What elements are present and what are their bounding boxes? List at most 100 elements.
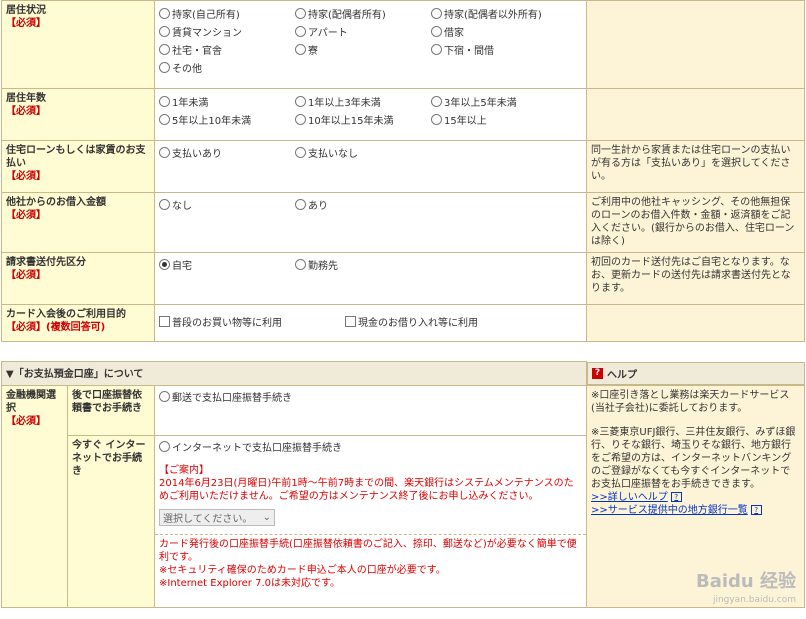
bank-select-label: 金融機関選択 xyxy=(6,389,56,414)
billing-label: 請求書送付先区分 xyxy=(6,257,86,268)
radio-circle[interactable] xyxy=(431,26,442,37)
regional-banks-link[interactable]: >>サービス提供中の地方銀行一覧 ? xyxy=(591,504,800,517)
bank-account-table: ▼「お支払預金口座」について ? ヘルプ 金融機関選択 【必須】 後で口座振替依… xyxy=(1,361,805,608)
radio-circle[interactable] xyxy=(159,26,170,37)
footer-note-3: ※Internet Explorer 7.0は未対応です。 xyxy=(159,577,340,589)
option-label: 現金のお借り入れ等に利用 xyxy=(358,318,478,329)
radio-option[interactable]: 寮 xyxy=(295,42,431,57)
popup-icon: ? xyxy=(670,492,682,502)
radio-circle[interactable] xyxy=(159,147,170,158)
row-residence: 居住状況 【必須】 持家(自己所有) 持家(配偶者所有) 持家(配偶者以外所有) 賃貸… xyxy=(1,0,805,89)
radio-option[interactable]: 借家 xyxy=(431,24,567,39)
radio-option[interactable]: 1年未満 xyxy=(159,94,295,109)
radio-option[interactable]: なし xyxy=(159,197,295,212)
radio-circle[interactable] xyxy=(295,8,306,19)
radio-circle[interactable] xyxy=(431,114,442,125)
required-mark: 【必須】 xyxy=(6,415,46,427)
radio-circle[interactable] xyxy=(295,114,306,125)
radio-option[interactable]: 支払いなし xyxy=(295,145,431,160)
radio-circle[interactable] xyxy=(295,96,306,107)
radio-option[interactable]: その他 xyxy=(159,60,295,75)
option-label: 普段のお買い物等に利用 xyxy=(172,318,282,329)
notice-text: 2014年6月23日(月曜日)午前1時～午前7時までの間、楽天銀行はシステムメン… xyxy=(159,477,574,502)
radio-circle[interactable] xyxy=(431,8,442,19)
option-label: 15年以上 xyxy=(444,116,487,127)
radio-circle[interactable] xyxy=(295,147,306,158)
radio-circle[interactable] xyxy=(295,26,306,37)
option-label: 勤務先 xyxy=(308,261,338,272)
row-purpose: カード入会後のご利用目的 【必須】(複数回答可) 普段のお買い物等に利用 現金のお… xyxy=(1,304,805,342)
option-label: 寮 xyxy=(308,46,318,57)
option-label: 自宅 xyxy=(172,261,192,272)
bank-help-1: ※口座引き落とし業務は楽天カードサービス(当社子会社)に委託しております。 xyxy=(591,389,790,414)
years-label: 居住年数 xyxy=(6,93,46,104)
checkbox-box[interactable] xyxy=(345,316,356,327)
option-label: なし xyxy=(172,201,192,212)
checkbox-option[interactable]: 現金のお借り入れ等に利用 xyxy=(345,314,531,329)
borrow-options: なし あり xyxy=(154,192,587,253)
radio-option[interactable]: 支払いあり xyxy=(159,145,295,160)
radio-circle[interactable] xyxy=(431,44,442,55)
row-billing: 請求書送付先区分 【必須】 自宅 勤務先 初回のカード送付先はご自宅となります。な… xyxy=(1,252,805,305)
option-label: 支払いあり xyxy=(172,149,222,160)
required-mark: 【必須】 xyxy=(6,270,46,281)
option-label: 1年以上3年未満 xyxy=(308,98,381,109)
radio-option[interactable]: 持家(自己所有) xyxy=(159,6,295,21)
radio-circle[interactable] xyxy=(159,390,170,402)
option-label: あり xyxy=(308,201,328,212)
divider xyxy=(155,533,586,535)
radio-option[interactable]: 持家(配偶者所有) xyxy=(295,6,431,21)
radio-circle[interactable] xyxy=(159,8,170,19)
radio-option[interactable]: あり xyxy=(295,197,431,212)
radio-mail-transfer[interactable]: 郵送で支払口座振替手続き xyxy=(159,389,582,404)
radio-circle[interactable] xyxy=(159,44,170,55)
option-label: 持家(配偶者以外所有) xyxy=(444,10,542,21)
required-mark: 【必須】 xyxy=(6,171,46,182)
billing-help: 初回のカード送付先はご自宅となります。なお、更新カードの送付先は請求書送付先とな… xyxy=(586,252,805,305)
loan-options: 支払いあり 支払いなし xyxy=(154,140,587,193)
radio-internet-transfer[interactable]: インターネットで支払口座振替手続き xyxy=(159,439,582,454)
radio-circle[interactable] xyxy=(295,199,306,210)
checkbox-box[interactable] xyxy=(159,316,170,327)
radio-option[interactable]: 社宅・官舎 xyxy=(159,42,295,57)
footer-note-2: ※セキュリティ確保のためカード申込ご本人の口座が必要です。 xyxy=(159,564,446,576)
radio-circle[interactable] xyxy=(159,114,170,125)
radio-circle[interactable] xyxy=(159,62,170,73)
option-label: 3年以上5年未満 xyxy=(444,98,517,109)
residence-label-cell: 居住状況 【必須】 xyxy=(1,0,155,89)
option-label: 5年以上10年未満 xyxy=(172,116,252,127)
radio-circle[interactable] xyxy=(295,259,306,270)
radio-option[interactable]: 賃貸マンション xyxy=(159,24,295,39)
now-label: 今すぐ インターネットでお手続き xyxy=(67,434,155,608)
residence-help xyxy=(586,0,805,89)
help-detail-link[interactable]: >>詳しいヘルプ ? xyxy=(591,491,800,504)
applicant-form-table: 居住状況 【必須】 持家(自己所有) 持家(配偶者所有) 持家(配偶者以外所有) 賃貸… xyxy=(1,0,805,342)
bank-select-dropdown[interactable]: 選択してください。 ⌄ xyxy=(159,508,275,526)
radio-option[interactable]: 下宿・間借 xyxy=(431,42,567,57)
radio-circle[interactable] xyxy=(295,44,306,55)
radio-option[interactable]: 10年以上15年未満 xyxy=(295,112,431,127)
radio-option[interactable]: 持家(配偶者以外所有) xyxy=(431,6,567,21)
radio-circle[interactable] xyxy=(431,96,442,107)
radio-option[interactable]: 15年以上 xyxy=(431,112,567,127)
radio-option[interactable]: 5年以上10年未満 xyxy=(159,112,295,127)
option-label: 持家(配偶者所有) xyxy=(308,10,386,21)
bank-section-title: ▼「お支払預金口座」について xyxy=(1,361,587,386)
notice-title: 【ご案内】 xyxy=(159,464,209,476)
radio-circle[interactable] xyxy=(159,199,170,210)
radio-circle[interactable] xyxy=(159,96,170,107)
radio-option[interactable]: 勤務先 xyxy=(295,257,431,272)
loan-help: 同一生計から家賃または住宅ローンの支払いが有る方は「支払いあり」を選択してくださ… xyxy=(586,140,805,193)
radio-option[interactable]: 3年以上5年未満 xyxy=(431,94,567,109)
radio-option[interactable]: アパート xyxy=(295,24,431,39)
purpose-label: カード入会後のご利用目的 xyxy=(6,309,126,320)
later-label: 後で口座振替依頼書でお手続き xyxy=(67,384,155,436)
radio-option[interactable]: 自宅 xyxy=(159,257,295,272)
checkbox-option[interactable]: 普段のお買い物等に利用 xyxy=(159,314,345,329)
bank-help-2: ※三菱東京UFJ銀行、三井住友銀行、みずほ銀行、りそな銀行、埼玉りそな銀行、地方… xyxy=(591,426,796,490)
row-loan: 住宅ローンもしくは家賃のお支払い 【必須】 支払いあり 支払いなし 同一生計から家… xyxy=(1,140,805,193)
borrow-label: 他社からのお借入金額 xyxy=(6,197,106,208)
radio-circle[interactable] xyxy=(159,440,170,452)
radio-option[interactable]: 1年以上3年未満 xyxy=(295,94,431,109)
radio-circle[interactable] xyxy=(159,259,170,270)
